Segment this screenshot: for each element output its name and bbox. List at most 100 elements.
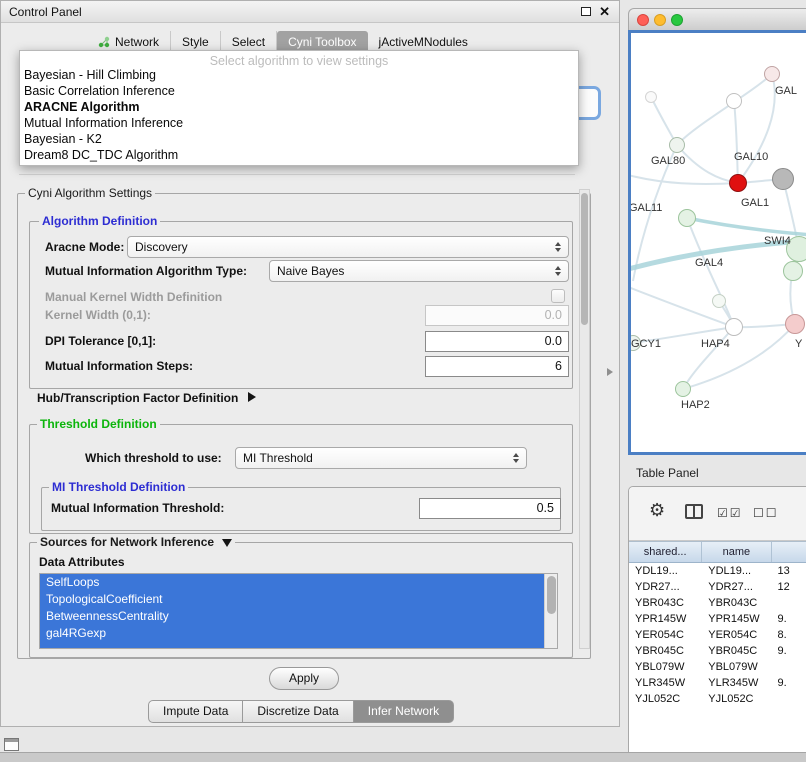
settings-scrollbar[interactable] <box>579 189 590 649</box>
network-node-label: HAP2 <box>681 399 710 411</box>
network-tab-icon <box>98 36 110 48</box>
network-node[interactable] <box>645 91 657 103</box>
sources-toggle[interactable]: Sources for Network Inference <box>37 535 235 549</box>
mi-type-label: Mutual Information Algorithm Type: <box>45 264 247 278</box>
network-node[interactable] <box>726 93 742 109</box>
cyni-settings-legend: Cyni Algorithm Settings <box>25 186 155 200</box>
columns-icon[interactable] <box>685 504 703 519</box>
network-window-titlebar <box>628 8 806 30</box>
network-node-label: SWI4 <box>764 235 791 247</box>
menu-item-dream8[interactable]: Dream8 DC_TDC Algorithm <box>20 147 578 163</box>
dpi-tolerance-label: DPI Tolerance [0,1]: <box>45 334 156 348</box>
network-canvas[interactable]: ▲ GALGAL80GAL10GAL11GAL1SWI4GAL4GCY1HAP4… <box>631 33 806 452</box>
table-panel-window: ⚙ ☑☑ ☐☐ shared... name YDL19...YDL19...1… <box>628 486 806 762</box>
network-node-label: GAL11 <box>631 202 662 214</box>
list-scrollbar[interactable] <box>544 574 557 648</box>
column-header-clipped[interactable] <box>772 542 806 562</box>
minimize-traffic-light[interactable] <box>654 14 666 26</box>
network-node[interactable] <box>675 381 691 397</box>
list-item-partial[interactable] <box>40 642 545 648</box>
table-cell <box>772 691 806 707</box>
network-node-label: HAP4 <box>701 338 730 350</box>
network-node[interactable] <box>725 318 743 336</box>
threshold-definition-legend: Threshold Definition <box>37 417 160 431</box>
mi-type-select[interactable]: Naive Bayes <box>269 260 569 282</box>
mi-threshold-label: Mutual Information Threshold: <box>51 501 224 515</box>
data-attributes-list[interactable]: SelfLoops TopologicalCoefficient Between… <box>39 573 558 649</box>
network-node[interactable] <box>764 66 780 82</box>
list-item[interactable]: gal4RGexp <box>40 625 545 642</box>
hub-section-toggle[interactable]: Hub/Transcription Factor Definition <box>37 391 256 405</box>
tab-infer-network[interactable]: Infer Network <box>354 700 454 723</box>
tab-impute-data[interactable]: Impute Data <box>148 700 243 723</box>
table-row[interactable]: YDL19...YDL19...13 <box>629 563 806 579</box>
kernel-width-field[interactable]: 0.0 <box>425 305 569 326</box>
table-cell: YDR27... <box>702 579 771 595</box>
network-node[interactable] <box>729 174 747 192</box>
mi-threshold-legend: MI Threshold Definition <box>49 480 188 494</box>
close-traffic-light[interactable] <box>637 14 649 26</box>
dpi-tolerance-field[interactable]: 0.0 <box>425 331 569 352</box>
float-window-icon[interactable] <box>581 7 591 16</box>
menu-item-basic-correlation[interactable]: Basic Correlation Inference <box>20 83 578 99</box>
apply-button[interactable]: Apply <box>269 667 339 690</box>
manual-kernel-checkbox[interactable] <box>551 289 565 303</box>
panel-divider-handle[interactable] <box>607 368 613 376</box>
tab-discretize-data[interactable]: Discretize Data <box>243 700 353 723</box>
network-node[interactable] <box>712 294 726 308</box>
network-node[interactable] <box>669 137 685 153</box>
mi-steps-field[interactable]: 6 <box>425 356 569 377</box>
network-node-label: GAL4 <box>695 257 723 269</box>
network-node[interactable] <box>678 209 696 227</box>
table-cell <box>772 659 806 675</box>
which-threshold-select[interactable]: MI Threshold <box>235 447 527 469</box>
column-header-shared-name[interactable]: shared... <box>629 542 702 562</box>
table-cell: YBR043C <box>629 595 702 611</box>
control-panel-window: Control Panel ✕ Network Style Select Cyn… <box>0 0 620 727</box>
table-cell: 9. <box>772 643 806 659</box>
aracne-mode-select[interactable]: Discovery <box>127 236 569 258</box>
menu-item-aracne[interactable]: ARACNE Algorithm <box>20 99 578 115</box>
table-row[interactable]: YER054CYER054C8. <box>629 627 806 643</box>
table-row[interactable]: YBL079WYBL079W <box>629 659 806 675</box>
table-row[interactable]: YDR27...YDR27...12 <box>629 579 806 595</box>
table-row[interactable]: YBR045CYBR045C9. <box>629 643 806 659</box>
close-icon[interactable]: ✕ <box>599 4 610 20</box>
data-attributes-label: Data Attributes <box>39 555 125 569</box>
table-row[interactable]: YLR345WYLR345W9. <box>629 675 806 691</box>
zoom-traffic-light[interactable] <box>671 14 683 26</box>
network-node-label: GAL80 <box>651 155 685 167</box>
menu-item-mutual-information[interactable]: Mutual Information Inference <box>20 115 578 131</box>
network-node[interactable] <box>785 314 805 334</box>
select-all-columns-icon[interactable]: ☑☑ <box>717 506 743 520</box>
network-node[interactable] <box>772 168 794 190</box>
table-row[interactable]: YJL052CYJL052C <box>629 691 806 707</box>
mi-threshold-field[interactable]: 0.5 <box>419 498 561 519</box>
network-frame: ▲ GALGAL80GAL10GAL11GAL1SWI4GAL4GCY1HAP4… <box>628 30 806 455</box>
table-cell: YPR145W <box>702 611 771 627</box>
column-header-name[interactable]: name <box>702 542 771 562</box>
network-node-label: GAL10 <box>734 151 768 163</box>
table-cell: 8. <box>772 627 806 643</box>
mi-steps-label: Mutual Information Steps: <box>45 359 193 373</box>
table-toolbar: ⚙ ☑☑ ☐☐ <box>629 487 806 541</box>
table-cell: YDL19... <box>702 563 771 579</box>
table-cell: YBL079W <box>629 659 702 675</box>
list-item[interactable]: SelfLoops <box>40 574 545 591</box>
table-cell: YJL052C <box>702 691 771 707</box>
restore-panel-icon[interactable] <box>4 738 19 751</box>
table-row[interactable]: YPR145WYPR145W9. <box>629 611 806 627</box>
gear-icon[interactable]: ⚙ <box>649 500 665 521</box>
scrollbar-thumb[interactable] <box>581 193 588 325</box>
table-cell: YJL052C <box>629 691 702 707</box>
network-node[interactable] <box>783 261 803 281</box>
algorithm-definition-legend: Algorithm Definition <box>39 214 160 228</box>
table-row[interactable]: YBR043CYBR043C <box>629 595 806 611</box>
network-node-label: Y <box>795 338 802 350</box>
menu-item-bayesian-k2[interactable]: Bayesian - K2 <box>20 131 578 147</box>
list-item[interactable]: BetweennessCentrality <box>40 608 545 625</box>
list-item[interactable]: TopologicalCoefficient <box>40 591 545 608</box>
menu-item-bayesian-hill-climbing[interactable]: Bayesian - Hill Climbing <box>20 67 578 83</box>
deselect-all-columns-icon[interactable]: ☐☐ <box>753 506 779 520</box>
scrollbar-thumb[interactable] <box>547 576 556 614</box>
